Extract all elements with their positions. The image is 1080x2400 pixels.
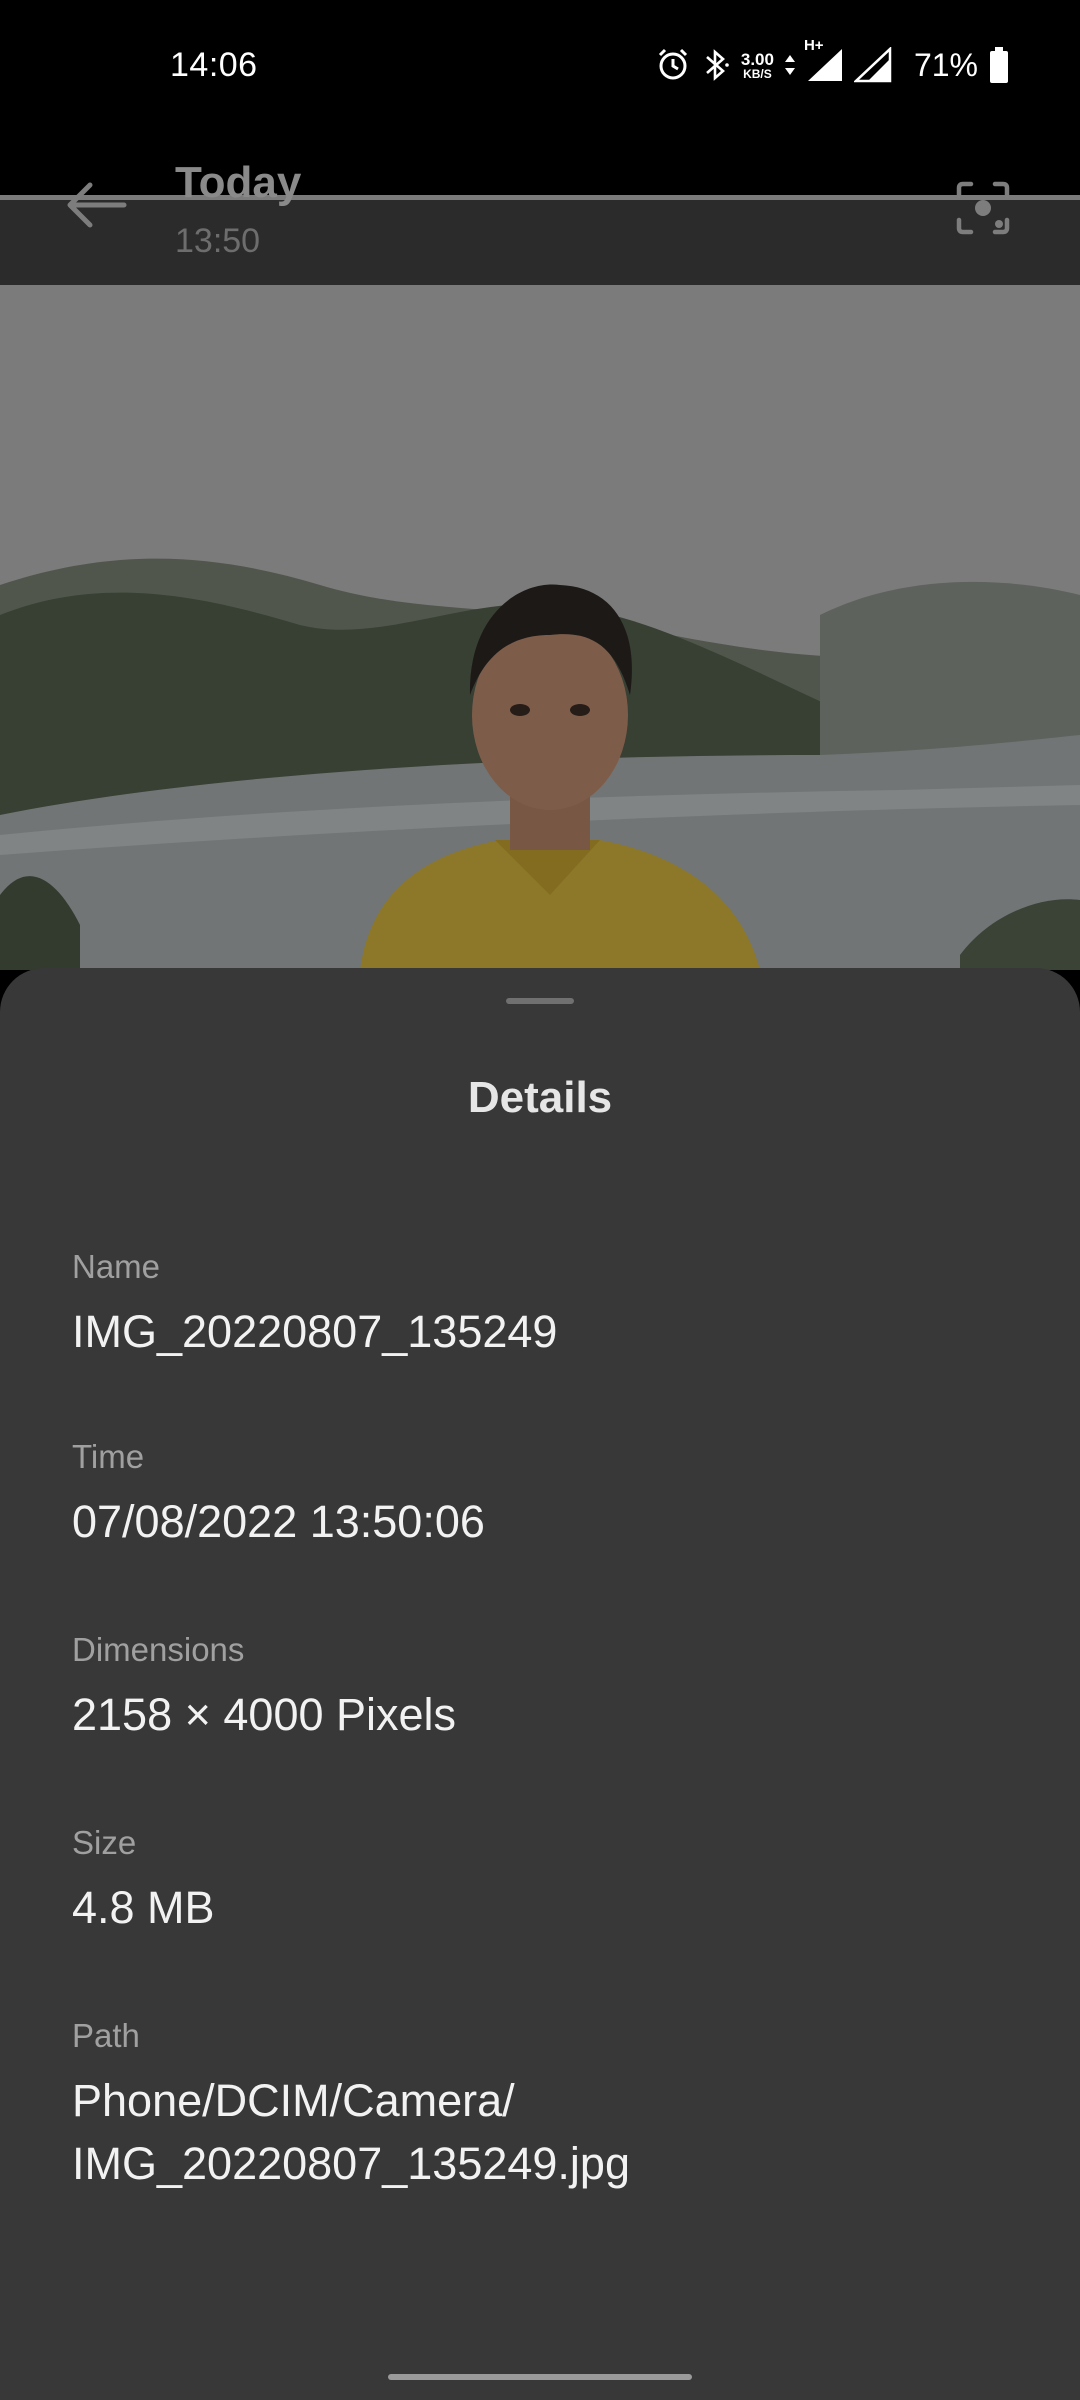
detail-value: 2158 × 4000 Pixels — [72, 1689, 457, 1740]
app-bar — [0, 135, 1080, 285]
app-bar-background — [0, 200, 1080, 285]
lens-scan-icon[interactable] — [955, 180, 1011, 236]
detail-path: Path Phone/DCIM/Camera/ IMG_20220807_135… — [72, 2017, 1012, 2195]
detail-value: IMG_20220807_135249 — [72, 1306, 558, 1357]
detail-label: Name — [72, 1248, 161, 1285]
detail-dimensions: Dimensions 2158 × 4000 Pixels — [72, 1631, 1012, 1746]
page-subtitle: 13:50 — [175, 222, 261, 260]
bluetooth-icon — [706, 49, 729, 81]
detail-time: Time 07/08/2022 13:50:06 — [72, 1438, 1012, 1553]
details-sheet: Details Name IMG_20220807_135249 Time 07… — [0, 968, 1080, 2400]
detail-size: Size 4.8 MB — [72, 1824, 1012, 1939]
net-speed: 3.00 KB/S — [740, 49, 774, 81]
status-icons: 3.00 KB/S H+ 71% — [655, 37, 1010, 88]
arrow-left-icon[interactable] — [62, 180, 128, 230]
status-time: 14:06 — [170, 46, 258, 84]
path-line-1: Phone/DCIM/Camera/ — [72, 2075, 515, 2126]
alarm-icon — [658, 48, 687, 80]
detail-name: Name IMG_20220807_135249 — [72, 1248, 1012, 1363]
detail-label: Dimensions — [72, 1631, 245, 1668]
photo-dim-overlay — [0, 195, 1080, 970]
signal-h-plus: H+ — [804, 37, 844, 83]
photo-preview[interactable] — [0, 195, 1080, 970]
detail-label: Size — [72, 1824, 137, 1861]
drag-handle[interactable] — [506, 998, 574, 1004]
page-title: Today — [175, 158, 302, 207]
detail-value: Phone/DCIM/Camera/ IMG_20220807_135249.j… — [72, 2069, 1012, 2195]
battery-icon — [990, 47, 1008, 83]
detail-label: Time — [72, 1438, 145, 1475]
details-title: Details — [467, 1073, 613, 1122]
battery-percent: 71% — [913, 46, 978, 83]
data-arrows-icon — [784, 55, 795, 75]
signal-icon — [853, 47, 892, 83]
home-indicator[interactable] — [388, 2374, 692, 2380]
status-bar: 14:06 3.00 KB/S H+ 71% — [0, 0, 1080, 135]
detail-label: Path — [72, 2017, 140, 2054]
detail-value: 07/08/2022 13:50:06 — [72, 1496, 485, 1547]
path-line-2: IMG_20220807_135249.jpg — [72, 2138, 630, 2189]
detail-value: 4.8 MB — [72, 1882, 215, 1933]
